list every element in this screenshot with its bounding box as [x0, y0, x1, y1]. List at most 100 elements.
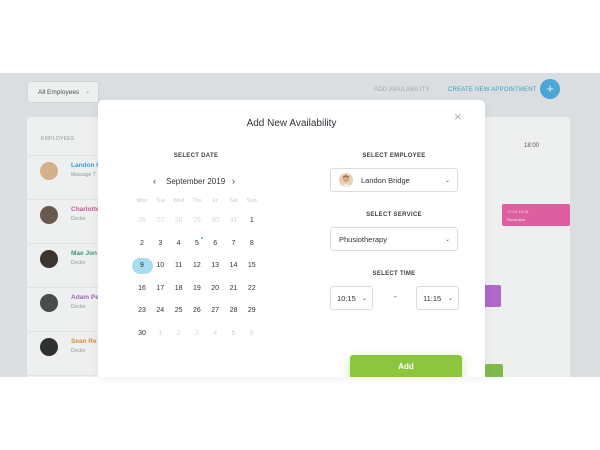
weekday-label: Tue: [155, 198, 165, 204]
employee-role: Doctor: [71, 216, 86, 222]
employee-role: Doctor: [71, 260, 86, 266]
calendar-day[interactable]: 28: [225, 307, 243, 314]
calendar-day[interactable]: 5: [225, 330, 243, 337]
calendar-day[interactable]: 25: [170, 307, 188, 314]
avatar: [339, 173, 353, 187]
calendar-day[interactable]: 3: [151, 240, 169, 247]
calendar-day[interactable]: 3: [188, 330, 206, 337]
calendar-day[interactable]: 22: [243, 285, 261, 292]
calendar-day[interactable]: 11: [170, 262, 188, 269]
employees-header: EMPLOYEES: [41, 136, 75, 142]
calendar-day[interactable]: 17: [151, 285, 169, 292]
employee-filter-label: All Employees: [38, 89, 80, 96]
calendar-day[interactable]: 12: [188, 262, 206, 269]
employee-role: Doctor: [71, 348, 86, 354]
chevron-down-icon: ⌄: [84, 89, 90, 95]
appointment-label: Reception: [507, 217, 526, 222]
event-dot: [200, 236, 203, 239]
chevron-down-icon: ⌄: [361, 296, 367, 302]
calendar-day[interactable]: 15: [243, 262, 261, 269]
calendar-day[interactable]: 8: [243, 240, 261, 247]
employee-name: Mae Jon: [71, 250, 98, 257]
end-time-value: 11:15: [423, 294, 442, 303]
calendar-day[interactable]: 30: [133, 330, 151, 337]
weekday-label: Sun: [246, 198, 257, 204]
calendar-day[interactable]: 29: [188, 217, 206, 224]
employee-name: Charlotte: [71, 206, 100, 213]
select-employee-label: SELECT EMPLOYEE: [362, 153, 426, 159]
employee-role: Massage T: [71, 172, 96, 178]
chevron-down-icon: ⌄: [447, 296, 453, 302]
add-availability-link[interactable]: ADD AVAILABILITY: [374, 87, 430, 93]
calendar-day[interactable]: 27: [206, 307, 224, 314]
calendar-day[interactable]: 26: [188, 307, 206, 314]
calendar-day[interactable]: 19: [188, 285, 206, 292]
calendar-day[interactable]: 23: [133, 307, 151, 314]
calendar-day[interactable]: 4: [206, 330, 224, 337]
appointment-time: 17:15-18:15: [507, 209, 529, 214]
select-date-label: SELECT DATE: [173, 153, 219, 159]
appointment-block[interactable]: [483, 285, 501, 307]
time-separator: -: [394, 292, 397, 301]
time-column-label: 18:00: [524, 143, 540, 149]
appointment-block[interactable]: 17:15-18:15 Reception: [502, 204, 570, 226]
create-appointment-link[interactable]: CREATE NEW APPOINTMENT: [448, 87, 537, 93]
avatar: [40, 162, 58, 180]
calendar-day[interactable]: 14: [225, 262, 243, 269]
calendar-day[interactable]: 26: [133, 217, 151, 224]
employee-select-value: Landon Bridge: [361, 176, 410, 185]
employee-role: Doctor: [71, 304, 86, 310]
calendar-day[interactable]: 7: [225, 240, 243, 247]
chevron-down-icon: ⌄: [444, 178, 450, 184]
calendar-day[interactable]: 2: [170, 330, 188, 337]
calendar-day[interactable]: 6: [243, 330, 261, 337]
weekday-label: Mon: [136, 198, 148, 204]
appointment-block[interactable]: [485, 364, 503, 377]
calendar-day[interactable]: 13: [206, 262, 224, 269]
avatar: [40, 338, 58, 356]
calendar-day[interactable]: 5: [188, 240, 206, 247]
calendar-day[interactable]: 27: [151, 217, 169, 224]
calendar-day[interactable]: 31: [225, 217, 243, 224]
select-time-label: SELECT TIME: [372, 271, 416, 277]
add-button[interactable]: +: [540, 79, 560, 99]
calendar-day[interactable]: 21: [225, 285, 243, 292]
chevron-left-icon[interactable]: ‹: [153, 176, 156, 186]
start-time-select[interactable]: 10:15 ⌄: [330, 286, 373, 310]
end-time-select[interactable]: 11:15 ⌄: [416, 286, 459, 310]
calendar-day[interactable]: 30: [206, 217, 224, 224]
calendar-day[interactable]: 10: [151, 262, 169, 269]
calendar-day[interactable]: 1: [243, 217, 261, 224]
close-icon[interactable]: ×: [454, 110, 462, 123]
employee-select[interactable]: Landon Bridge ⌄: [330, 168, 458, 192]
calendar-day[interactable]: 28: [170, 217, 188, 224]
chevron-down-icon: ⌄: [444, 237, 450, 243]
calendar-day[interactable]: 9: [133, 262, 151, 269]
employee-name: Adam Pe: [71, 294, 99, 301]
calendar-day[interactable]: 2: [133, 240, 151, 247]
calendar-day[interactable]: 4: [170, 240, 188, 247]
calendar-day[interactable]: 20: [206, 285, 224, 292]
employee-name: Sean Re: [71, 338, 97, 345]
employee-filter-dropdown[interactable]: All Employees ⌄: [27, 81, 99, 103]
calendar-day[interactable]: 1: [151, 330, 169, 337]
calendar-month: September 2019: [166, 177, 226, 186]
service-select[interactable]: Phusiotherapy ⌄: [330, 227, 458, 251]
weekday-label: Wed: [172, 198, 185, 204]
calendar-day[interactable]: 24: [151, 307, 169, 314]
add-button[interactable]: Add: [350, 355, 462, 377]
weekday-label: Thu: [192, 198, 202, 204]
avatar: [40, 250, 58, 268]
service-select-value: Phusiotherapy: [339, 235, 387, 244]
calendar-day[interactable]: 6: [206, 240, 224, 247]
screen: All Employees ⌄ ADD AVAILABILITY CREATE …: [0, 0, 600, 450]
add-availability-modal: Add New Availability × SELECT DATE SELEC…: [98, 100, 485, 377]
avatar: [40, 206, 58, 224]
chevron-right-icon[interactable]: ›: [232, 176, 235, 186]
weekday-label: Fr: [212, 198, 218, 204]
calendar-day[interactable]: 29: [243, 307, 261, 314]
calendar-day[interactable]: 18: [170, 285, 188, 292]
start-time-value: 10:15: [337, 294, 356, 303]
employee-name: Landon H: [71, 162, 101, 169]
calendar-day[interactable]: 16: [133, 285, 151, 292]
